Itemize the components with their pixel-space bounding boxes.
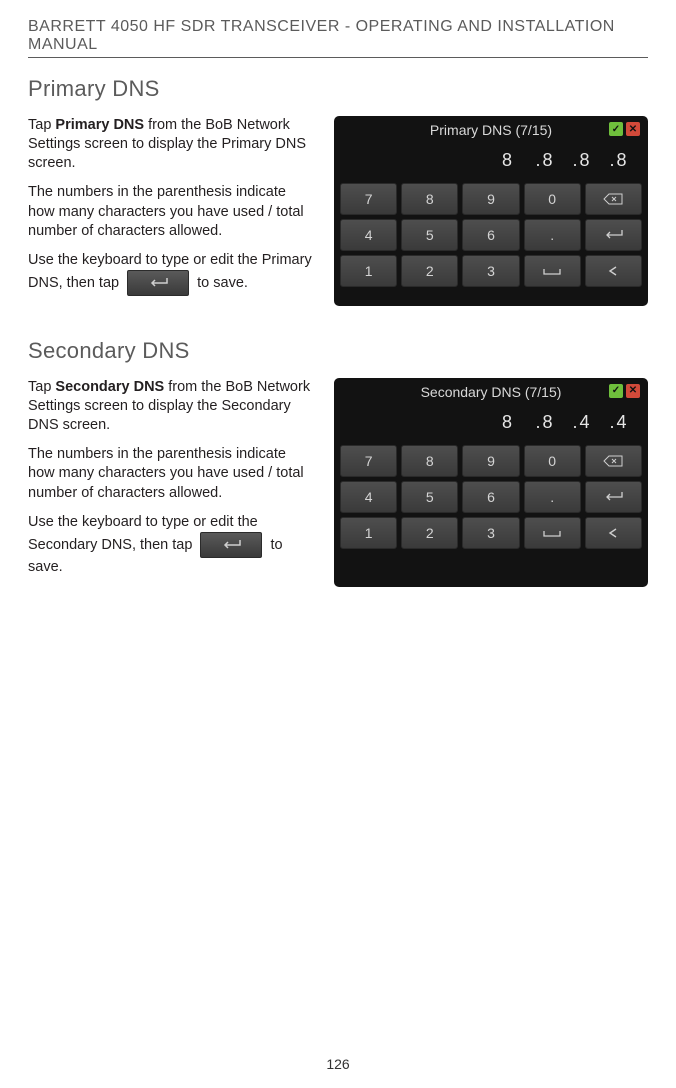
ip-display: 8 .8 .4 .4 xyxy=(340,406,642,445)
primary-dns-screenshot: Primary DNS (7/15) ✓ ✕ 8 .8 .8 .8 7890 45… xyxy=(334,116,648,306)
ip-display: 8 .8 .8 .8 xyxy=(340,144,642,183)
key-1[interactable]: 1 xyxy=(340,255,397,287)
confirm-icon[interactable]: ✓ xyxy=(609,122,623,136)
key-7[interactable]: 7 xyxy=(340,183,397,215)
key-6[interactable]: 6 xyxy=(462,481,519,513)
key-.[interactable]: . xyxy=(524,219,581,251)
key-2[interactable]: 2 xyxy=(401,255,458,287)
paragraph: The numbers in the parenthesis indi­cate… xyxy=(28,183,316,240)
device-header: Secondary DNS (7/15) ✓ ✕ xyxy=(340,384,642,406)
device-title: Primary DNS (7/15) xyxy=(430,122,552,138)
key-9[interactable]: 9 xyxy=(462,445,519,477)
paragraph: Tap Primary DNS from the BoB Net­work Se… xyxy=(28,116,316,173)
paragraph: Use the keyboard to type or edit the Pri… xyxy=(28,251,316,296)
manual-title: BARRETT 4050 HF SDR TRANSCEIVER - OPERAT… xyxy=(28,18,648,58)
primary-dns-text: Tap Primary DNS from the BoB Net­work Se… xyxy=(28,116,316,306)
enter-key-icon xyxy=(200,532,262,558)
header-icons: ✓ ✕ xyxy=(609,122,640,136)
key-space-icon[interactable] xyxy=(524,517,581,549)
close-icon[interactable]: ✕ xyxy=(626,384,640,398)
page-number: 126 xyxy=(0,1056,676,1072)
header-icons: ✓ ✕ xyxy=(609,384,640,398)
key-8[interactable]: 8 xyxy=(401,183,458,215)
device-title: Secondary DNS (7/15) xyxy=(421,384,562,400)
key-bksp-icon[interactable] xyxy=(585,183,642,215)
enter-key-icon xyxy=(127,270,189,296)
key-.[interactable]: . xyxy=(524,481,581,513)
paragraph: Tap Secondary DNS from the BoB Network S… xyxy=(28,378,316,435)
keypad: 7890 456. 123 xyxy=(340,445,642,549)
primary-dns-block: Tap Primary DNS from the BoB Net­work Se… xyxy=(28,116,648,306)
bold-term: Secondary DNS xyxy=(55,379,164,395)
key-0[interactable]: 0 xyxy=(524,183,581,215)
keypad: 7890 456. 123 xyxy=(340,183,642,287)
key-6[interactable]: 6 xyxy=(462,219,519,251)
bold-term: Primary DNS xyxy=(55,117,144,133)
device-header: Primary DNS (7/15) ✓ ✕ xyxy=(340,122,642,144)
key-5[interactable]: 5 xyxy=(401,481,458,513)
key-4[interactable]: 4 xyxy=(340,219,397,251)
key-bksp-icon[interactable] xyxy=(585,445,642,477)
key-2[interactable]: 2 xyxy=(401,517,458,549)
key-1[interactable]: 1 xyxy=(340,517,397,549)
primary-dns-heading: Primary DNS xyxy=(28,76,648,102)
key-7[interactable]: 7 xyxy=(340,445,397,477)
key-9[interactable]: 9 xyxy=(462,183,519,215)
confirm-icon[interactable]: ✓ xyxy=(609,384,623,398)
secondary-dns-block: Tap Secondary DNS from the BoB Network S… xyxy=(28,378,648,587)
key-3[interactable]: 3 xyxy=(462,255,519,287)
key-4[interactable]: 4 xyxy=(340,481,397,513)
secondary-dns-text: Tap Secondary DNS from the BoB Network S… xyxy=(28,378,316,587)
key-enter-icon[interactable] xyxy=(585,219,642,251)
key-5[interactable]: 5 xyxy=(401,219,458,251)
key-space-icon[interactable] xyxy=(524,255,581,287)
key-left-icon[interactable] xyxy=(585,255,642,287)
key-enter-icon[interactable] xyxy=(585,481,642,513)
key-3[interactable]: 3 xyxy=(462,517,519,549)
key-8[interactable]: 8 xyxy=(401,445,458,477)
secondary-dns-screenshot: Secondary DNS (7/15) ✓ ✕ 8 .8 .4 .4 7890… xyxy=(334,378,648,587)
close-icon[interactable]: ✕ xyxy=(626,122,640,136)
paragraph: Use the keyboard to type or edit the Sec… xyxy=(28,513,316,577)
secondary-dns-heading: Secondary DNS xyxy=(28,338,648,364)
key-left-icon[interactable] xyxy=(585,517,642,549)
key-0[interactable]: 0 xyxy=(524,445,581,477)
paragraph: The numbers in the parenthesis indi­cate… xyxy=(28,445,316,502)
